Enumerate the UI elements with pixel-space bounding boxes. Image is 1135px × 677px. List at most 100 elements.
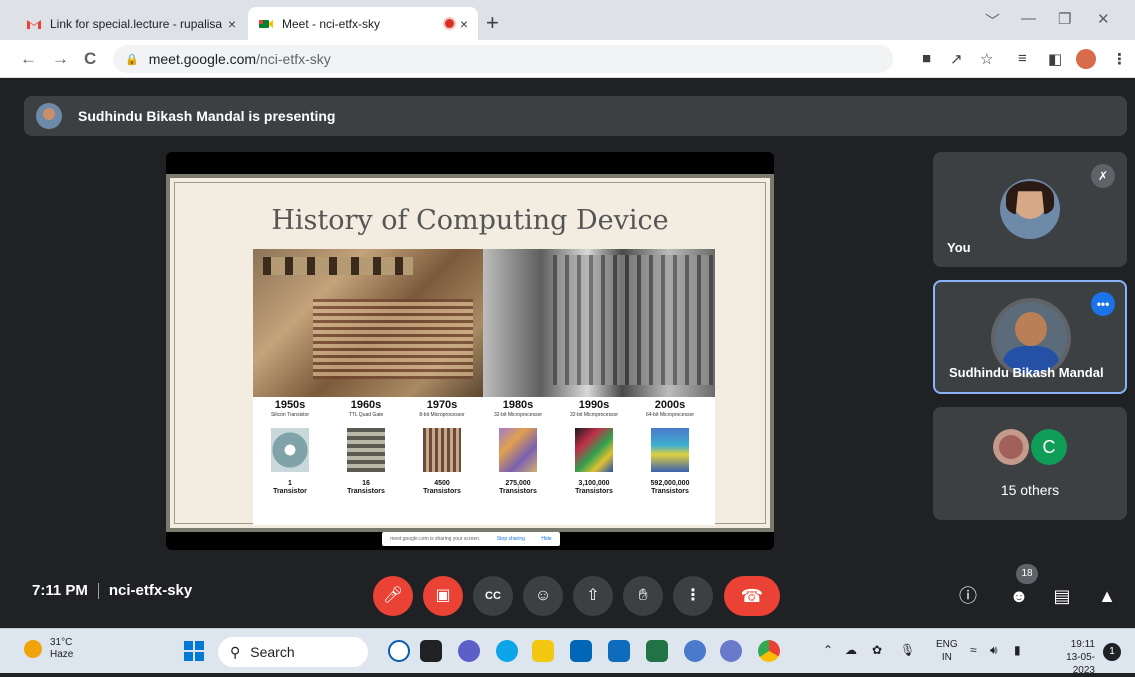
presenting-text: Sudhindu Bikash Mandal is presenting [78,108,336,124]
participant-tile-you[interactable]: ✗ You [933,152,1127,267]
era-2000s: 2000s 64-bit Microprocessor 592,000,000 … [635,397,705,496]
show-hidden-icons[interactable]: ⌃ [823,643,833,657]
task-view-icon[interactable] [420,640,442,662]
address-bar-row: ← → C 🔒 meet.google.com/nci-etfx-sky ■ ↗… [0,40,1135,78]
tab-search-icon[interactable]: ﹀ [985,10,1000,31]
more-options-button[interactable]: ⋮ [673,576,713,616]
meeting-time: 7:11 PM [32,582,88,599]
hang-up-icon: ☎︎ [740,586,764,606]
microphone-icon[interactable]: 🎙︎ [900,643,915,657]
teams-chat-icon[interactable] [458,640,480,662]
camera-icon[interactable]: ■ [922,50,931,67]
camera-off-icon: ▣ [435,587,451,604]
reactions-button[interactable]: ☺ [523,576,563,616]
reload-button[interactable]: C [84,49,96,69]
minimize-button[interactable]: — [1021,10,1036,27]
edge-icon[interactable] [496,640,518,662]
tab-gmail[interactable]: Link for special.lecture - rupalisar × [16,7,246,40]
weather-widget[interactable]: 31°C Haze [24,637,73,661]
lang-top: ENG [936,639,958,650]
back-button[interactable]: ← [20,49,37,69]
era-desc: 32-bit Microprocessor [569,412,619,418]
browser-menu-icon[interactable]: ⋮ [1112,50,1127,68]
profile-avatar[interactable] [1076,49,1096,69]
era-unit: Transistors [651,488,689,495]
language-indicator[interactable]: ENG IN [936,638,958,664]
era-count: 4500 [434,480,450,487]
info-icon: ⓘ [959,586,977,606]
chat-button[interactable]: ▤ [1046,580,1078,612]
google-meet-icon [259,19,273,28]
media-control-icon[interactable]: ≡ [1018,50,1027,67]
onedrive-icon[interactable]: ☁ [845,643,857,657]
tray-app-icon[interactable]: ✿ [872,643,882,657]
chrome-icon[interactable] [758,640,780,662]
era-count: 592,000,000 [650,480,690,487]
camera-toggle-button[interactable]: ▣ [423,576,463,616]
lang-bottom: IN [941,652,952,663]
era-1950s: 1950s Silicon Transistor 1 Transistor [255,397,325,496]
app-icon[interactable] [684,640,706,662]
chip-image [347,428,385,472]
present-button[interactable]: ⇧ [573,576,613,616]
battery-icon[interactable]: ▮ [1014,643,1021,657]
people-icon: ☻ [1009,586,1029,606]
volume-icon[interactable]: 🔊︎ [990,643,998,658]
divider [97,582,99,599]
captions-button[interactable]: CC [473,576,513,616]
browser-tab-bar: Link for special.lecture - rupalisar × M… [0,0,1135,40]
era-unit: Transistor [273,488,307,495]
wifi-icon[interactable]: ≈ [970,643,977,657]
participant-tile-speaker[interactable]: ••• Sudhindu Bikash Mandal [933,280,1127,394]
excel-icon[interactable] [646,640,668,662]
era-desc: 64-bit Microprocessor [645,412,695,418]
store-icon[interactable] [570,640,592,662]
app-icon[interactable] [720,640,742,662]
meet-controls-bar: 7:11 PM nci-etfx-sky 🎤︎ ▣ CC ☺ ⇧ ✋︎ ⋮ ☎︎… [0,564,1135,618]
mainframe-computer-image [483,249,715,397]
present-screen-icon: ⇧ [586,587,600,604]
url-input[interactable]: 🔒 meet.google.com/nci-etfx-sky [113,45,893,73]
close-window-button[interactable]: ✕ [1097,10,1110,28]
era-desc: TTL Quad Gate [348,412,384,418]
era-decade: 1960s [350,399,382,411]
taskbar-clock[interactable]: 19:11 13-05-2023 [1045,638,1095,677]
bookmark-star-icon[interactable]: ☆ [980,50,993,68]
mic-off-icon: ✗ [1091,164,1115,188]
close-tab-icon[interactable]: × [460,16,468,32]
vacuum-tube-computer-image [253,249,483,397]
temperature: 31°C [50,637,73,648]
tab-meet[interactable]: Meet - nci-etfx-sky × [248,7,478,40]
era-unit: Transistors [499,488,537,495]
era-1970s: 1970s 8-bit Microprocessor 4500 Transist… [407,397,477,496]
bing-icon[interactable] [388,640,410,662]
clock-time: 19:11 [1070,639,1095,650]
raise-hand-button[interactable]: ✋︎ [623,576,663,616]
meeting-details-button[interactable]: ⓘ [952,580,984,612]
stop-sharing-button[interactable]: Stop sharing [497,536,525,542]
share-icon[interactable]: ↗ [950,50,963,68]
people-button[interactable]: ☻ [1003,580,1035,612]
hide-share-bar-button[interactable]: Hide [541,536,551,542]
leave-call-button[interactable]: ☎︎ [724,576,780,616]
mic-toggle-button[interactable]: 🎤︎ [373,576,413,616]
era-count: 275,000 [505,480,531,487]
url-path: /nci-etfx-sky [256,51,331,67]
recording-icon [444,19,454,28]
participant-tile-others[interactable]: C 15 others [933,407,1127,520]
maximize-button[interactable]: ❐ [1058,10,1071,28]
file-explorer-icon[interactable] [532,640,554,662]
taskbar-search[interactable]: ⚲ Search [218,637,368,667]
windows-start-icon[interactable] [184,641,204,661]
activities-button[interactable]: ▲ [1091,580,1123,612]
mail-icon[interactable] [608,640,630,662]
forward-button[interactable]: → [52,49,69,69]
emoji-icon: ☺ [534,587,552,604]
era-decade: 2000s [654,399,686,411]
side-panel-icon[interactable]: ◧ [1048,50,1062,68]
close-tab-icon[interactable]: × [228,16,236,32]
notification-badge[interactable]: 1 [1103,643,1121,661]
search-label: Search [250,644,295,660]
era-count: 3,100,000 [578,480,610,487]
new-tab-button[interactable]: + [486,10,499,36]
